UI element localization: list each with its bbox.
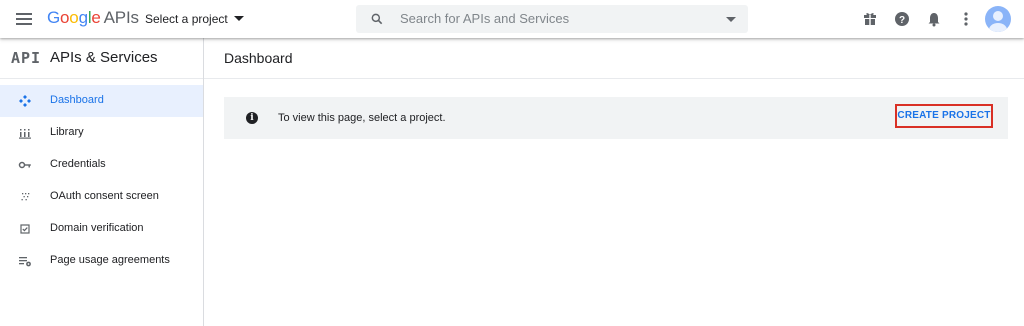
dropdown-caret-icon[interactable] — [726, 17, 736, 22]
checkbox-icon — [20, 224, 30, 234]
logo-letter: g — [78, 8, 88, 27]
logo-letter: G — [47, 8, 61, 27]
sidebar-item-label: Library — [50, 126, 84, 138]
sidebar-item-credentials[interactable]: Credentials — [0, 149, 203, 181]
info-icon — [246, 112, 258, 124]
oauth-icon — [21, 193, 30, 201]
sidebar: API APIs & Services Dashboard Library Cr… — [0, 38, 204, 326]
sidebar-item-label: Domain verification — [50, 222, 144, 234]
logo-letter: o — [60, 8, 70, 27]
avatar-body-shape — [989, 23, 1007, 32]
gift-icon[interactable] — [862, 11, 878, 27]
chevron-down-icon — [233, 16, 244, 21]
sidebar-title: APIs & Services — [50, 49, 158, 66]
top-app-bar: Google APIs Select a project Search for A… — [0, 0, 1024, 38]
sidebar-item-domain-verification[interactable]: Domain verification — [0, 213, 203, 245]
page-title: Dashboard — [224, 50, 293, 66]
sidebar-item-label: OAuth consent screen — [50, 190, 159, 202]
logo-letter: e — [91, 8, 101, 27]
sidebar-header: API APIs & Services — [0, 38, 203, 79]
main-header: Dashboard — [204, 38, 1024, 79]
info-banner: To view this page, select a project. CRE… — [224, 97, 1008, 139]
logo-apis-text: APIs — [103, 8, 139, 27]
help-icon[interactable]: ? — [894, 11, 910, 27]
key-icon — [18, 161, 31, 169]
avatar-head-shape — [993, 11, 1003, 21]
svg-text:?: ? — [899, 15, 905, 26]
search-input[interactable]: Search for APIs and Services — [400, 11, 569, 26]
settings-list-icon — [19, 257, 31, 267]
sidebar-item-oauth-consent-screen[interactable]: OAuth consent screen — [0, 181, 203, 213]
sidebar-nav: Dashboard Library Credentials OAuth cons… — [0, 85, 203, 277]
sidebar-item-label: Credentials — [50, 158, 106, 170]
dashboard-icon — [19, 95, 31, 107]
search-icon — [371, 13, 383, 25]
banner-message: To view this page, select a project. — [278, 112, 446, 124]
logo-letter: o — [69, 8, 79, 27]
project-select-dropdown[interactable]: Select a project — [145, 12, 244, 26]
library-icon — [19, 129, 31, 139]
account-avatar[interactable] — [985, 6, 1011, 32]
sidebar-item-page-usage-agreements[interactable]: Page usage agreements — [0, 245, 203, 277]
create-project-button[interactable]: CREATE PROJECT — [895, 104, 993, 128]
sidebar-item-dashboard[interactable]: Dashboard — [0, 85, 203, 117]
search-bar[interactable]: Search for APIs and Services — [356, 5, 748, 33]
sidebar-item-label: Page usage agreements — [50, 254, 170, 266]
sidebar-item-label: Dashboard — [50, 94, 104, 106]
menu-icon[interactable] — [14, 9, 34, 29]
google-apis-logo[interactable]: Google APIs — [47, 8, 139, 28]
api-logo-icon: API — [11, 49, 42, 67]
notifications-icon[interactable] — [926, 11, 942, 27]
sidebar-item-library[interactable]: Library — [0, 117, 203, 149]
project-select-label: Select a project — [145, 12, 228, 26]
more-vert-icon[interactable] — [958, 11, 974, 27]
